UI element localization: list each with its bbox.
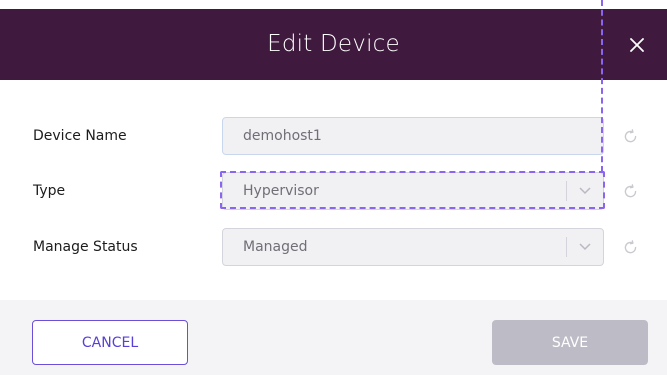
- close-icon: [630, 38, 644, 52]
- refresh-icon[interactable]: [622, 128, 639, 145]
- type-value: Hypervisor: [243, 183, 319, 199]
- device-name-label: Device Name: [33, 128, 127, 144]
- cancel-button[interactable]: CANCEL: [32, 320, 188, 365]
- chevron-down-icon: [566, 181, 603, 201]
- chevron-down-icon: [566, 237, 603, 257]
- manage-status-label: Manage Status: [33, 239, 138, 255]
- save-button[interactable]: SAVE: [492, 320, 648, 365]
- manage-status-select[interactable]: Managed: [222, 228, 604, 266]
- device-name-value: demohost1: [243, 128, 322, 144]
- refresh-icon[interactable]: [622, 239, 639, 256]
- dialog-body: Device Name demohost1 Type Hypervisor Ma…: [0, 80, 667, 300]
- form-row-device-name: Device Name demohost1: [0, 117, 667, 155]
- refresh-icon[interactable]: [622, 183, 639, 200]
- dialog-header: Edit Device: [0, 9, 667, 80]
- close-button[interactable]: [623, 31, 651, 59]
- form-row-manage-status: Manage Status Managed: [0, 228, 667, 266]
- top-gap: [0, 0, 667, 9]
- device-name-input[interactable]: demohost1: [222, 117, 604, 155]
- type-label: Type: [33, 183, 66, 199]
- form-row-type: Type Hypervisor: [0, 172, 667, 210]
- dialog-footer: CANCEL SAVE: [0, 300, 667, 375]
- dialog-title: Edit Device: [267, 31, 400, 57]
- type-select[interactable]: Hypervisor: [222, 172, 604, 210]
- manage-status-value: Managed: [243, 239, 308, 255]
